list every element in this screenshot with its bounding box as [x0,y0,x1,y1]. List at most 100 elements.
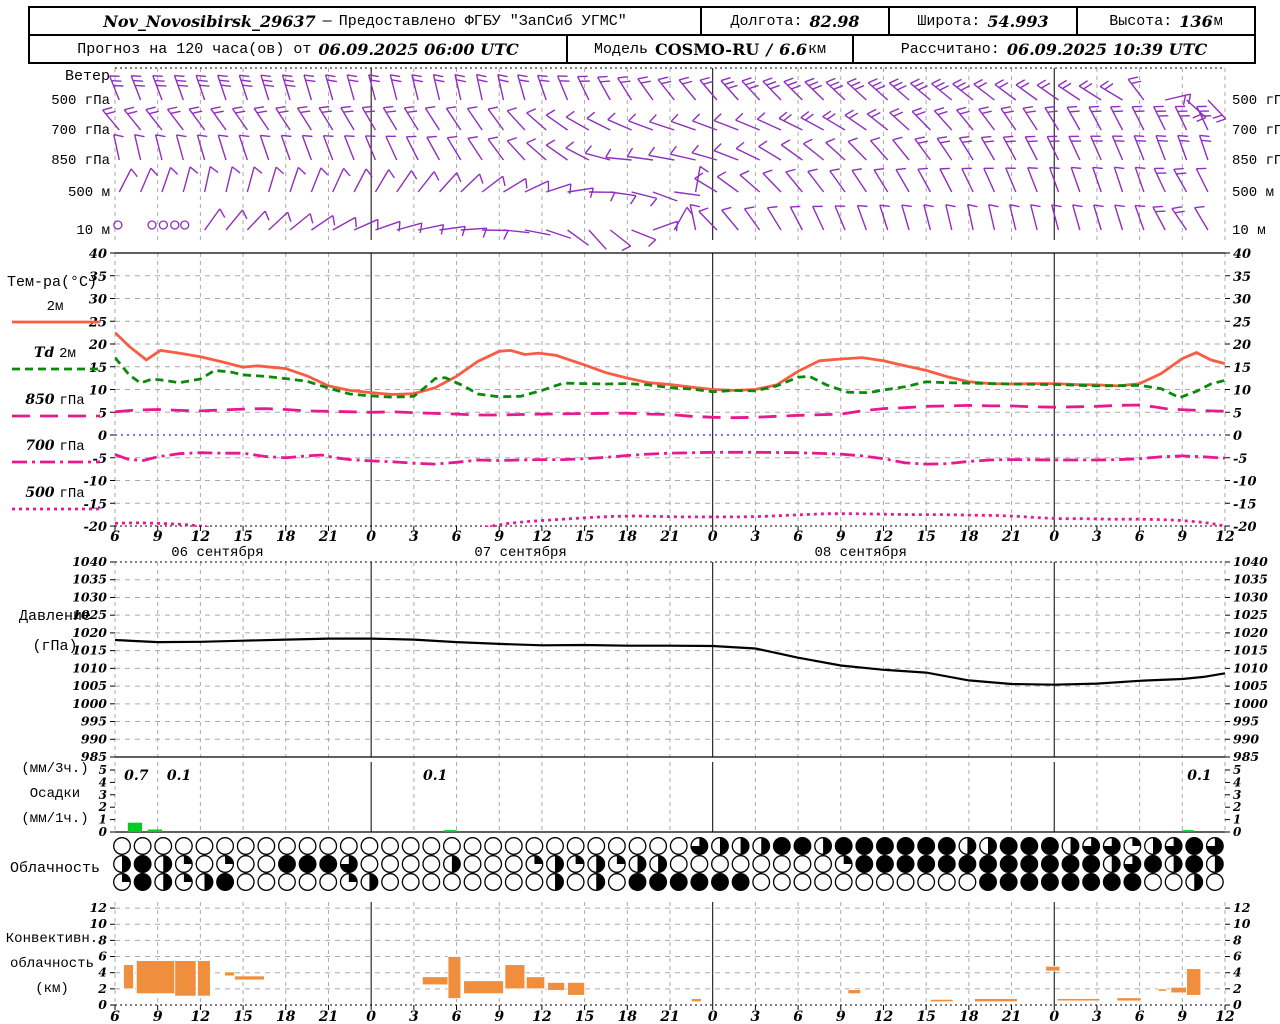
wind-barb-feather [170,110,181,115]
wind-barb [846,77,867,101]
wind-barb-staff [246,166,255,193]
wind-barb-staff [987,204,996,231]
wind-barb [628,113,654,131]
wind-barb [1051,204,1062,231]
wind-barb [432,74,445,101]
hour-label: 12 [532,529,552,545]
cloud-circle [113,837,131,855]
hour-label: 15 [233,1009,252,1024]
wind-barb-feather [177,84,189,87]
wind-barb [364,135,377,161]
wind-barb [1109,105,1124,131]
wind-barb-staff [324,74,334,101]
cloud-circle-fill [1144,855,1162,873]
wind-barb-staff [526,142,547,161]
wind-barb [225,166,241,193]
wind-barb [631,229,657,248]
precip-amount-label: 0.1 [1187,768,1211,784]
wind-barb-feather [189,106,200,110]
wind-barb [691,144,718,161]
wind-barb [524,180,550,193]
wind-barb-feather [300,110,311,114]
wind-barb-staff [405,136,419,161]
hour-label: 9 [836,529,846,545]
wind-barb-feather [1201,139,1212,143]
wind-barb [1068,135,1082,161]
wind-barb-staff [303,74,313,101]
wind-barb [361,105,377,131]
wind-barb-feather [833,84,844,90]
wind-barb [888,78,910,101]
wind-barb-staff [1134,205,1145,231]
convective-bar [974,998,1018,1003]
hour-label: 9 [1177,1009,1187,1024]
pressure-ytick-right: 985 [1233,749,1259,764]
cloud-circle-fill [658,855,667,873]
cloud-circle-fill [1062,873,1079,891]
wind-barb [1194,205,1209,231]
wind-barb-feather [1067,105,1078,109]
wind-barb-feather [939,85,949,91]
wind-barb-staff [1133,135,1145,161]
wind-barb [152,74,167,101]
convective-bar [447,956,462,999]
wind-barb [994,79,1017,101]
precip-ytick-left: 2 [98,800,107,814]
wind-barb-feather [155,134,166,138]
hour-label: 21 [318,529,338,545]
wind-barb [735,112,760,131]
wind-barb-feather [525,178,528,189]
wind-barb-feather [956,81,966,88]
wind-barb-staff [1114,204,1124,231]
wind-barb-feather [785,168,796,173]
wind-barb [217,134,229,161]
cloud-circle-fill [732,873,749,891]
wind-barb-feather [240,79,251,83]
wind-barb-feather [791,84,801,90]
cloud-circle-fill [1194,873,1203,891]
pressure-ytick-left: 1030 [72,589,107,604]
wind-barb [403,105,419,131]
wind-barb [275,106,291,131]
wind-barb-feather [282,74,293,78]
wind-barb-staff [994,83,1017,101]
wind-barb-feather [807,168,818,173]
convective-bar [234,975,265,981]
hour-label: 3 [1092,529,1102,545]
hour-label: 6 [793,1009,803,1024]
wind-barb-staff [1194,207,1209,231]
wind-barb [332,216,357,231]
wind-barb-feather [783,77,794,83]
wind-barb-staff [139,167,152,193]
wind-barb-staff [670,120,696,131]
wind-barb-feather [649,197,658,207]
cloud-circle-fill [938,855,956,873]
convective-bar [504,964,526,990]
cloud-circle-fill [183,873,193,882]
wind-barb-feather [720,76,731,82]
wind-barb-feather [698,207,709,213]
wind-barb-staff [588,229,607,250]
pressure-ytick-left: 990 [81,731,107,746]
wind-barb-feather [1177,134,1188,138]
wind-barb-staff [1186,99,1207,119]
wind-barb-staff [847,140,867,161]
wind-barb-staff [133,134,142,161]
wind-barb-feather [959,110,970,115]
wind-barb-feather [844,109,854,116]
wind-barb-feather [388,169,395,179]
wind-barb-feather [945,204,956,208]
wind-barb-feather [937,136,948,140]
wind-barb-feather [804,77,815,83]
hour-label: 9 [153,1009,163,1024]
wind-barb-feather [727,84,738,90]
wind-barb-feather [242,84,253,88]
wind-barb [446,135,462,161]
wind-barb-feather [461,226,466,237]
wind-barb-staff [829,170,846,193]
wind-barb-feather [148,110,159,115]
cloud-circle [937,873,956,891]
legend-label: 2м [47,299,64,315]
wind-barb-feather [364,110,375,113]
cloud-circle [1164,873,1183,891]
